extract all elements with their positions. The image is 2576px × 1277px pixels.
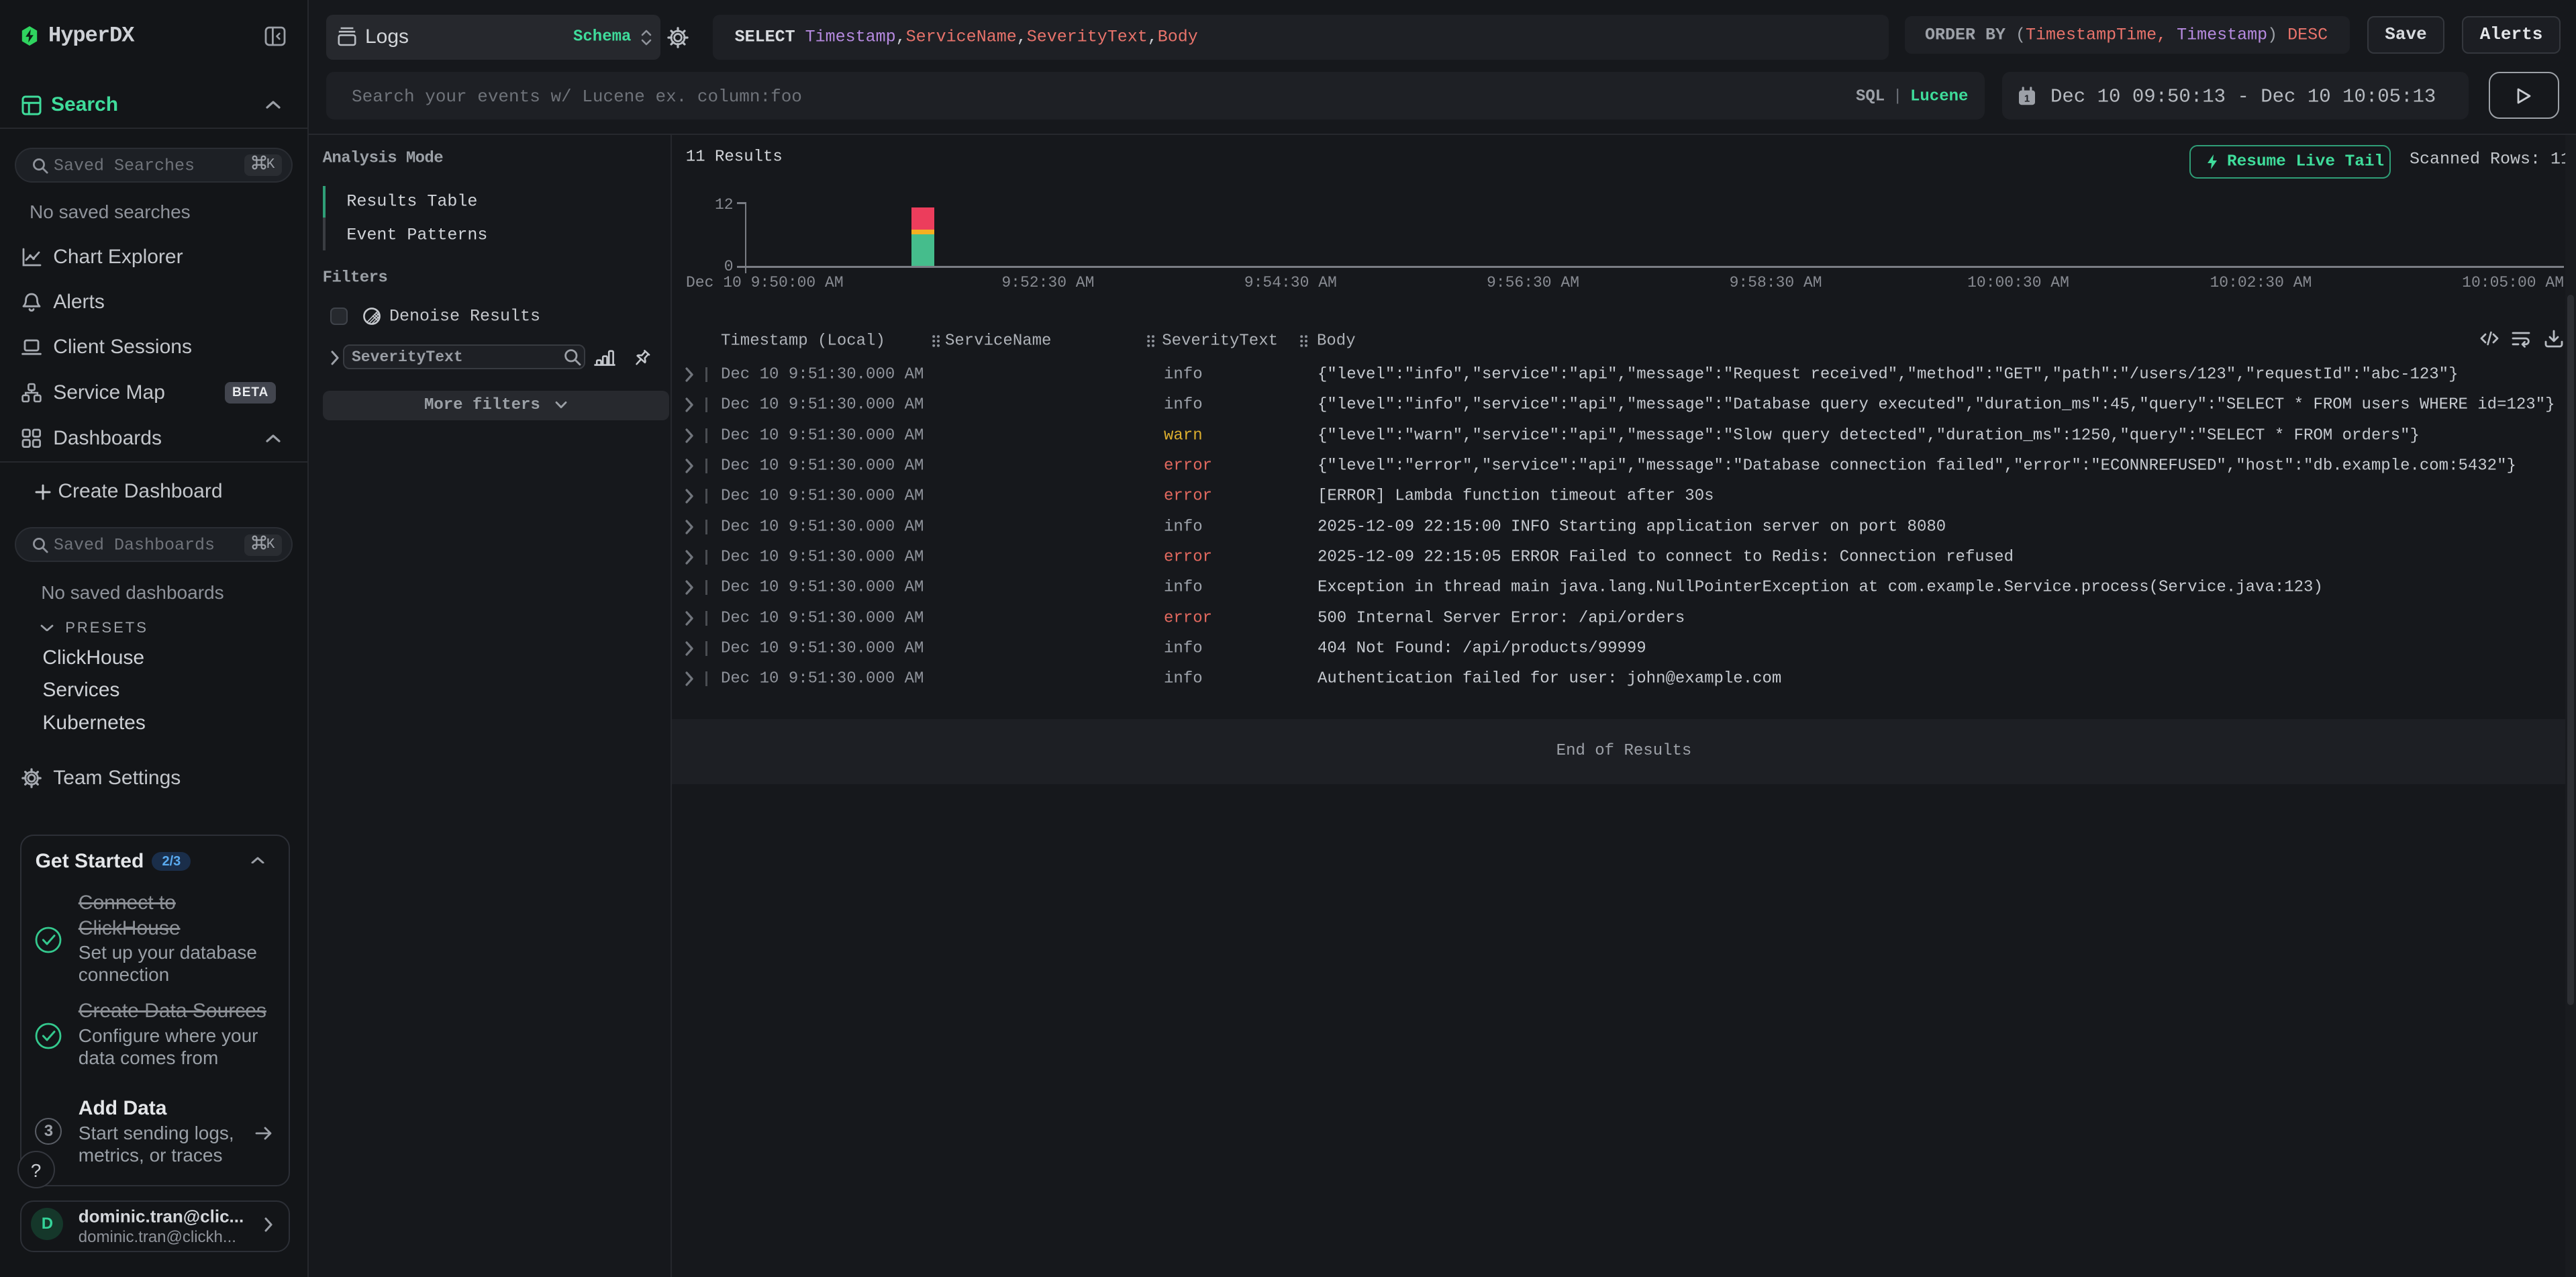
svg-text:1: 1 bbox=[2024, 93, 2030, 104]
